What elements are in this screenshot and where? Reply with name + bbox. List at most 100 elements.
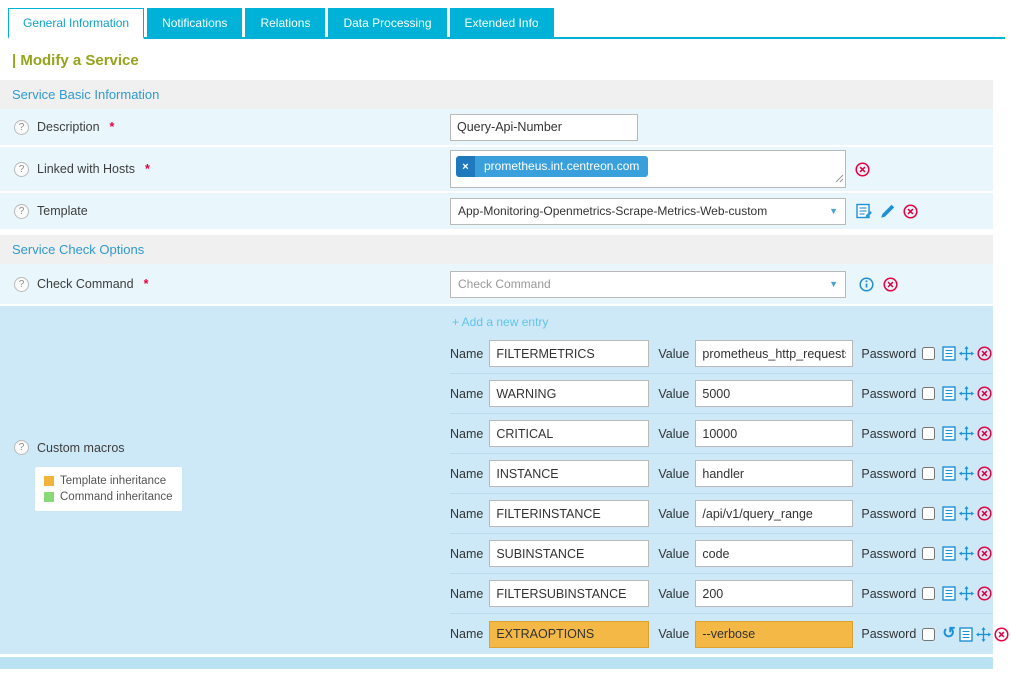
description-input[interactable] [450,114,638,141]
chevron-down-icon: ▼ [823,206,838,216]
macro-value-input[interactable] [695,380,853,407]
macro-password-checkbox[interactable] [922,347,935,360]
description-label-group: ? Description * [0,120,450,135]
page-title: | Modify a Service [0,39,993,80]
macro-move-icon[interactable] [959,386,974,401]
macro-value-input[interactable] [695,500,853,527]
macro-description-icon[interactable] [942,386,956,401]
macro-password-checkbox[interactable] [922,628,935,641]
macro-delete-icon[interactable] [977,506,992,521]
macro-password-checkbox[interactable] [922,507,935,520]
view-template-icon[interactable] [856,203,873,219]
macro-move-icon[interactable] [959,586,974,601]
resize-grip-icon[interactable] [835,172,844,186]
help-icon[interactable]: ? [14,277,29,292]
macro-name-input[interactable] [489,340,649,367]
chip-close-icon[interactable]: × [456,156,475,177]
macro-value-input[interactable] [695,580,853,607]
macro-value-label: Value [658,507,689,521]
tab-extended-info[interactable]: Extended Info [450,8,554,37]
tab-notifications[interactable]: Notifications [147,8,242,37]
macro-delete-icon[interactable] [977,426,992,441]
linked-hosts-input[interactable]: × prometheus.int.centreon.com [450,150,846,188]
tab-data-processing[interactable]: Data Processing [328,8,446,37]
macro-delete-icon[interactable] [977,386,992,401]
macro-name-input[interactable] [489,380,649,407]
macro-move-icon[interactable] [959,546,974,561]
help-icon[interactable]: ? [14,204,29,219]
macro-description-icon[interactable] [942,506,956,521]
macro-value-label: Value [658,547,689,561]
macro-name-label: Name [450,467,483,481]
check-command-label: Check Command [37,277,134,291]
macro-value-input[interactable] [695,420,853,447]
macro-value-input[interactable] [695,621,853,648]
macro-move-icon[interactable] [959,506,974,521]
macro-name-input[interactable] [489,460,649,487]
clear-hosts-icon[interactable] [855,162,870,177]
add-new-entry-link[interactable]: + Add a new entry [450,308,548,334]
macro-password-label: Password [861,467,916,481]
required-asterisk: * [110,120,115,134]
macro-description-icon[interactable] [942,546,956,561]
custom-macros-right: + Add a new entry Name Value Password ↺ … [450,306,993,654]
legend-swatch [44,492,54,502]
macro-description-icon[interactable] [942,346,956,361]
macro-value-label: Value [658,427,689,441]
macro-undo-icon[interactable]: ↺ [942,627,955,641]
macro-password-checkbox[interactable] [922,387,935,400]
clear-template-icon[interactable] [903,204,918,219]
macro-move-icon[interactable] [976,627,991,642]
macro-password-label: Password [861,347,916,361]
macro-delete-icon[interactable] [977,546,992,561]
help-icon[interactable]: ? [14,120,29,135]
info-icon[interactable] [859,277,874,292]
macro-name-input[interactable] [489,580,649,607]
clear-check-command-icon[interactable] [883,277,898,292]
template-label: Template [37,204,88,218]
check-command-select[interactable]: Check Command ▼ [450,271,846,298]
macro-value-input[interactable] [695,340,853,367]
macro-value-input[interactable] [695,460,853,487]
macro-password-checkbox[interactable] [922,587,935,600]
tab-general-information[interactable]: General Information [8,8,144,39]
macro-name-label: Name [450,347,483,361]
check-command-placeholder: Check Command [458,277,551,291]
tab-relations[interactable]: Relations [245,8,325,37]
macro-legend: Template inheritance Command inheritance [35,467,182,511]
macro-delete-icon[interactable] [994,627,1009,642]
macro-description-icon[interactable] [959,627,973,642]
macro-delete-icon[interactable] [977,346,992,361]
macro-value-input[interactable] [695,540,853,567]
macro-delete-icon[interactable] [977,466,992,481]
macro-description-icon[interactable] [942,586,956,601]
macro-name-input[interactable] [489,621,649,648]
tab-label: Notifications [162,16,227,30]
legend-swatch [44,476,54,486]
template-select-value: App-Monitoring-Openmetrics-Scrape-Metric… [458,204,767,218]
macro-description-icon[interactable] [942,466,956,481]
macro-move-icon[interactable] [959,466,974,481]
macro-move-icon[interactable] [959,426,974,441]
macro-delete-icon[interactable] [977,586,992,601]
macro-value-label: Value [658,387,689,401]
macro-name-input[interactable] [489,500,649,527]
edit-template-icon[interactable] [880,203,896,219]
macro-password-label: Password [861,507,916,521]
field-row-template: ? Template App-Monitoring-Openmetrics-Sc… [0,193,993,231]
template-select[interactable]: App-Monitoring-Openmetrics-Scrape-Metric… [450,198,846,225]
macro-move-icon[interactable] [959,346,974,361]
macro-password-checkbox[interactable] [922,427,935,440]
macro-name-input[interactable] [489,540,649,567]
macro-name-label: Name [450,387,483,401]
macro-password-checkbox[interactable] [922,467,935,480]
help-icon[interactable]: ? [14,162,29,177]
macro-value-label: Value [658,627,689,641]
macro-row: Name Value Password ↺ [450,614,993,654]
macro-password-checkbox[interactable] [922,547,935,560]
macro-name-input[interactable] [489,420,649,447]
help-icon[interactable]: ? [14,440,29,455]
host-chip: × prometheus.int.centreon.com [456,156,648,177]
section-header-check: Service Check Options [0,235,993,264]
macro-description-icon[interactable] [942,426,956,441]
